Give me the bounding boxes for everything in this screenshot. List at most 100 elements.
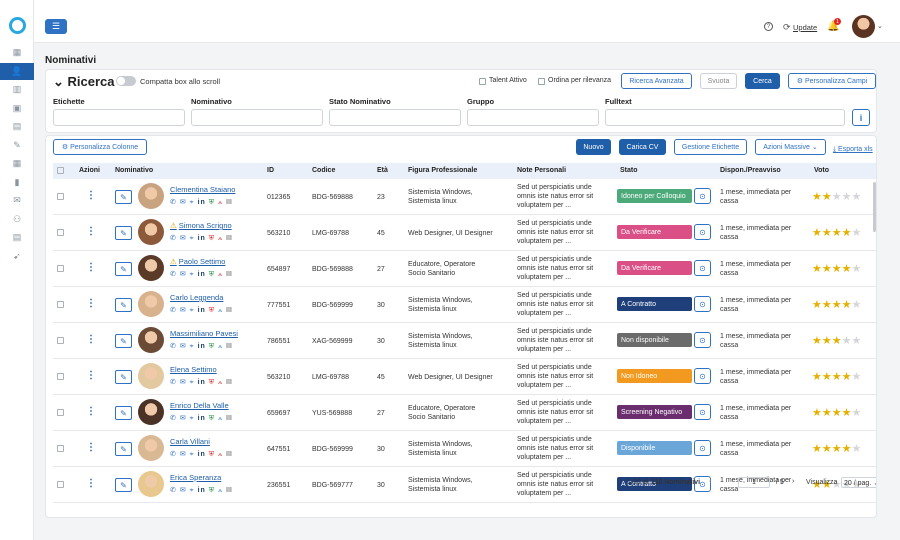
candidate-name-link[interactable]: Clementina Staiano <box>170 185 235 194</box>
header-code[interactable]: Codice <box>312 167 335 174</box>
status-input[interactable] <box>329 109 461 126</box>
rating-stars[interactable]: ★★★★★ <box>812 442 861 455</box>
candidate-name-link[interactable]: Carla Villani <box>170 437 210 446</box>
candidate-name-link[interactable]: Enrico Della Valle <box>170 401 229 410</box>
kebab-menu-icon[interactable]: ⋮ <box>86 263 96 273</box>
location-icon[interactable]: ⌖ <box>190 199 195 206</box>
table-row[interactable]: ⋮ ✎ Clementina Staiano ✆ ✉ ⌖ in ⛨ ⟑ ▤ 012365… <box>53 179 876 215</box>
help-icon[interactable]: ? <box>764 22 773 31</box>
row-checkbox[interactable] <box>57 445 64 452</box>
location-icon[interactable]: ⌖ <box>190 271 195 278</box>
rating-stars[interactable]: ★★★★★ <box>812 190 861 203</box>
linkedin-icon[interactable]: in <box>198 307 206 314</box>
star-icon[interactable]: ★ <box>832 299 842 311</box>
star-icon[interactable]: ★ <box>832 227 842 239</box>
linkedin-icon[interactable]: in <box>198 415 206 422</box>
shield-icon[interactable]: ⛨ <box>209 415 215 422</box>
pdf-icon[interactable]: ⟑ <box>218 307 223 314</box>
edit-button[interactable]: ✎ <box>115 262 132 276</box>
document-icon[interactable]: ▤ <box>226 415 233 422</box>
document-icon[interactable]: ▤ <box>226 343 233 350</box>
shield-icon[interactable]: ⛨ <box>209 307 215 314</box>
user-icon[interactable]: 👤 <box>0 62 34 80</box>
upload-cv-button[interactable]: Carica CV <box>619 139 666 155</box>
mail-icon[interactable]: ✉ <box>180 343 187 350</box>
kebab-menu-icon[interactable]: ⋮ <box>86 227 96 237</box>
header-status[interactable]: Stato <box>620 167 638 174</box>
row-checkbox[interactable] <box>57 265 64 272</box>
rating-stars[interactable]: ★★★★★ <box>812 262 861 275</box>
status-history-button[interactable]: ⊙ <box>694 368 711 384</box>
rating-stars[interactable]: ★★★★★ <box>812 226 861 239</box>
status-badge[interactable]: Da Verificare <box>617 225 692 239</box>
chevron-down-icon[interactable]: ⌄ <box>877 22 883 30</box>
chat-icon[interactable]: ▣ <box>0 100 34 117</box>
location-icon[interactable]: ⌖ <box>190 451 195 458</box>
kebab-menu-icon[interactable]: ⋮ <box>86 371 96 381</box>
location-icon[interactable]: ⌖ <box>190 307 195 314</box>
star-icon[interactable]: ★ <box>832 407 842 419</box>
row-checkbox[interactable] <box>57 409 64 416</box>
star-icon[interactable]: ★ <box>822 335 832 347</box>
shield-icon[interactable]: ⛨ <box>209 379 215 386</box>
user-avatar[interactable] <box>852 15 875 38</box>
menu-toggle-button[interactable]: ☰ <box>45 19 67 34</box>
star-icon[interactable]: ★ <box>852 191 862 203</box>
star-icon[interactable]: ★ <box>812 263 822 275</box>
phone-icon[interactable]: ✆ <box>170 235 177 242</box>
row-checkbox[interactable] <box>57 373 64 380</box>
kebab-menu-icon[interactable]: ⋮ <box>86 407 96 417</box>
pdf-icon[interactable]: ⟑ <box>218 235 223 242</box>
update-icon[interactable]: ⟳ <box>783 22 791 33</box>
status-badge[interactable]: Non disponibile <box>617 333 692 347</box>
chevron-down-icon[interactable]: ⌄ <box>53 74 68 89</box>
status-history-button[interactable]: ⊙ <box>694 188 711 204</box>
star-icon[interactable]: ★ <box>852 263 862 275</box>
advanced-search-button[interactable]: Ricerca Avanzata <box>621 73 692 89</box>
pdf-icon[interactable]: ⟑ <box>218 379 223 386</box>
fulltext-input[interactable] <box>605 109 845 126</box>
header-notes[interactable]: Note Personali <box>517 167 566 174</box>
star-icon[interactable]: ★ <box>822 371 832 383</box>
star-icon[interactable]: ★ <box>832 263 842 275</box>
kebab-menu-icon[interactable]: ⋮ <box>86 191 96 201</box>
status-badge[interactable]: Non Idoneo <box>617 369 692 383</box>
header-age[interactable]: Età <box>377 167 388 174</box>
status-badge[interactable]: Disponibile <box>617 441 692 455</box>
status-history-button[interactable]: ⊙ <box>694 440 711 456</box>
table-row[interactable]: ⋮ ✎ ⚠ Paolo Settimo ✆ ✉ ⌖ in ⛨ ⟑ ▤ 654897 BDG-… <box>53 251 876 287</box>
location-icon[interactable]: ⌖ <box>190 379 195 386</box>
status-badge[interactable]: Idoneo per Colloquio <box>617 189 692 203</box>
table-row[interactable]: ⋮ ✎ Enrico Della Valle ✆ ✉ ⌖ in ⛨ ⟑ ▤ 659697… <box>53 395 876 431</box>
star-icon[interactable]: ★ <box>852 407 862 419</box>
mass-actions-button[interactable]: Azioni Massive ⌄ <box>755 139 826 155</box>
labels-input[interactable] <box>53 109 185 126</box>
customize-columns-button[interactable]: ⚙ Personalizza Colonne <box>53 139 147 155</box>
star-icon[interactable]: ★ <box>812 191 822 203</box>
calendar-icon[interactable]: ▦ <box>0 155 34 172</box>
phone-icon[interactable]: ✆ <box>170 271 177 278</box>
star-icon[interactable]: ★ <box>832 191 842 203</box>
kebab-menu-icon[interactable]: ⋮ <box>86 299 96 309</box>
mail-icon[interactable]: ✉ <box>180 379 187 386</box>
star-icon[interactable]: ★ <box>852 371 862 383</box>
star-icon[interactable]: ★ <box>852 299 862 311</box>
star-icon[interactable]: ★ <box>812 443 822 455</box>
phone-icon[interactable]: ✆ <box>170 199 177 206</box>
candidate-name-link[interactable]: Carlo Leggenda <box>170 293 223 302</box>
building-icon[interactable]: ▥ <box>0 81 34 98</box>
shield-icon[interactable]: ⛨ <box>209 235 215 242</box>
linkedin-icon[interactable]: in <box>198 199 206 206</box>
row-checkbox[interactable] <box>57 193 64 200</box>
rocket-icon[interactable]: ➹ <box>0 248 34 265</box>
next-page-icon[interactable]: › <box>792 478 794 485</box>
linkedin-icon[interactable]: in <box>198 379 206 386</box>
customize-fields-button[interactable]: ⚙ Personalizza Campi <box>788 73 876 89</box>
chart-icon[interactable]: ▮ <box>0 174 34 191</box>
location-icon[interactable]: ⌖ <box>190 343 195 350</box>
mail-icon[interactable]: ✉ <box>180 451 187 458</box>
phone-icon[interactable]: ✆ <box>170 415 177 422</box>
mail-icon[interactable]: ✉ <box>180 271 187 278</box>
header-role[interactable]: Figura Professionale <box>408 167 477 174</box>
candidate-name-link[interactable]: ⚠ Paolo Settimo <box>170 257 225 266</box>
